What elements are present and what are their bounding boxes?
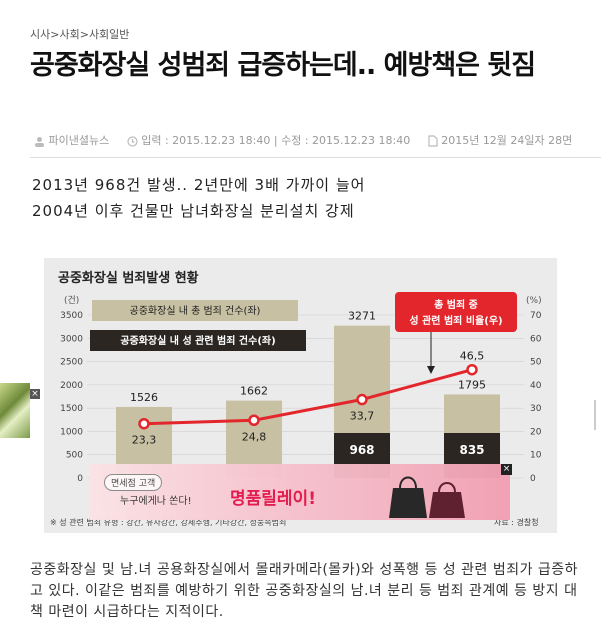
published-time: 입력 : 2015.12.23 18:40 <box>141 134 271 147</box>
article-title: 공중화장실 성범죄 급증하는데.. 예방책은 뒷짐 <box>30 50 536 81</box>
scroll-edge <box>594 400 596 430</box>
rate-value-label: 33,7 <box>350 410 375 423</box>
sex-crime-value-label: 968 <box>349 443 374 457</box>
breadcrumb-item-0[interactable]: 시사 <box>30 28 50 41</box>
callout-line-1: 총 범죄 중 <box>434 298 478 311</box>
subhead-line-2: 2004년 이후 건물만 남녀화장실 분리설치 강제 <box>32 202 355 220</box>
right-tick-label: 70 <box>530 311 542 321</box>
breadcrumb: 시사>사회>사회일반 <box>30 26 129 42</box>
legend-sex-label: 공중화장실 내 성 관련 범죄 건수(좌) <box>120 334 275 347</box>
callout-arrowhead <box>427 366 435 374</box>
right-tick-label: 10 <box>530 451 542 461</box>
article-subhead: 2013년 968건 발생.. 2년만에 3배 가까이 늘어 2004년 이후 … <box>32 172 365 224</box>
ad-close-icon[interactable]: × <box>501 464 512 475</box>
left-tick-label: 0 <box>77 474 83 484</box>
left-tick-label: 2500 <box>60 358 83 368</box>
subhead-line-1: 2013년 968건 발생.. 2년만에 3배 가까이 늘어 <box>32 176 366 194</box>
callout-line-2: 성 관련 범죄 비율(우) <box>409 314 502 327</box>
author: 파이낸셜뉴스 <box>48 134 110 147</box>
rate-point <box>356 393 368 406</box>
total-value-label: 1662 <box>240 385 268 398</box>
right-axis-unit: (%) <box>526 296 542 306</box>
right-tick-label: 60 <box>530 334 542 344</box>
right-tick-label: 20 <box>530 427 542 437</box>
total-value-label: 1795 <box>458 378 486 391</box>
rate-line <box>143 368 473 426</box>
left-tick-label: 3500 <box>60 311 83 321</box>
side-ad-image[interactable] <box>0 383 30 438</box>
breadcrumb-item-2[interactable]: 사회일반 <box>89 28 129 41</box>
meta-sep: | <box>273 134 278 147</box>
modified-time: 수정 : 2015.12.23 18:40 <box>281 134 411 147</box>
rate-point <box>248 414 260 427</box>
left-axis-unit: (건) <box>64 295 79 306</box>
side-ad-close-icon[interactable]: × <box>30 389 40 399</box>
breadcrumb-item-1[interactable]: 사회 <box>59 28 79 41</box>
ad-tag: 면세점 고객 <box>104 474 163 491</box>
left-tick-label: 1000 <box>60 427 83 437</box>
right-tick-label: 50 <box>530 358 542 368</box>
total-value-label: 1526 <box>130 391 158 404</box>
document-icon <box>428 135 438 147</box>
clock-icon <box>127 135 138 147</box>
right-tick-label: 0 <box>530 474 536 484</box>
left-tick-label: 3000 <box>60 334 83 344</box>
breadcrumb-sep: > <box>79 28 89 41</box>
rate-point <box>466 363 478 376</box>
rate-value-label: 23,3 <box>132 434 157 447</box>
article-meta: 파이낸셜뉴스 입력 : 2015.12.23 18:40 | 수정 : 2015… <box>34 132 586 148</box>
right-tick-label: 30 <box>530 404 542 414</box>
ad-brand: 명품릴레이! <box>230 489 316 509</box>
left-tick-label: 1500 <box>60 404 83 414</box>
legend-total-label: 공중화장실 내 총 범죄 건수(좌) <box>130 305 261 317</box>
right-tick-label: 40 <box>530 381 542 391</box>
print-edition: 2015년 12월 24일자 28면 <box>441 134 573 147</box>
meta-divider <box>30 157 601 158</box>
article-body: 공중화장실 및 남.녀 공용화장실에서 몰래카메라(몰카)와 성폭행 등 성 관… <box>30 562 579 620</box>
left-tick-label: 500 <box>66 451 83 461</box>
chart-title: 공중화장실 범죄발생 현황 <box>58 270 199 286</box>
person-icon <box>35 136 44 147</box>
sex-crime-value-label: 835 <box>459 443 484 457</box>
rate-point <box>138 417 150 430</box>
ad-subtitle: 누구에게나 쏜다! <box>120 496 192 507</box>
total-value-label: 3271 <box>348 310 376 323</box>
shopping-bag-icon <box>389 476 465 518</box>
rate-value-label: 46,5 <box>460 350 485 363</box>
left-tick-label: 2000 <box>60 381 83 391</box>
rate-value-label: 24,8 <box>242 430 267 443</box>
ad-banner[interactable]: 면세점 고객 누구에게나 쏜다! 명품릴레이! <box>90 464 510 520</box>
